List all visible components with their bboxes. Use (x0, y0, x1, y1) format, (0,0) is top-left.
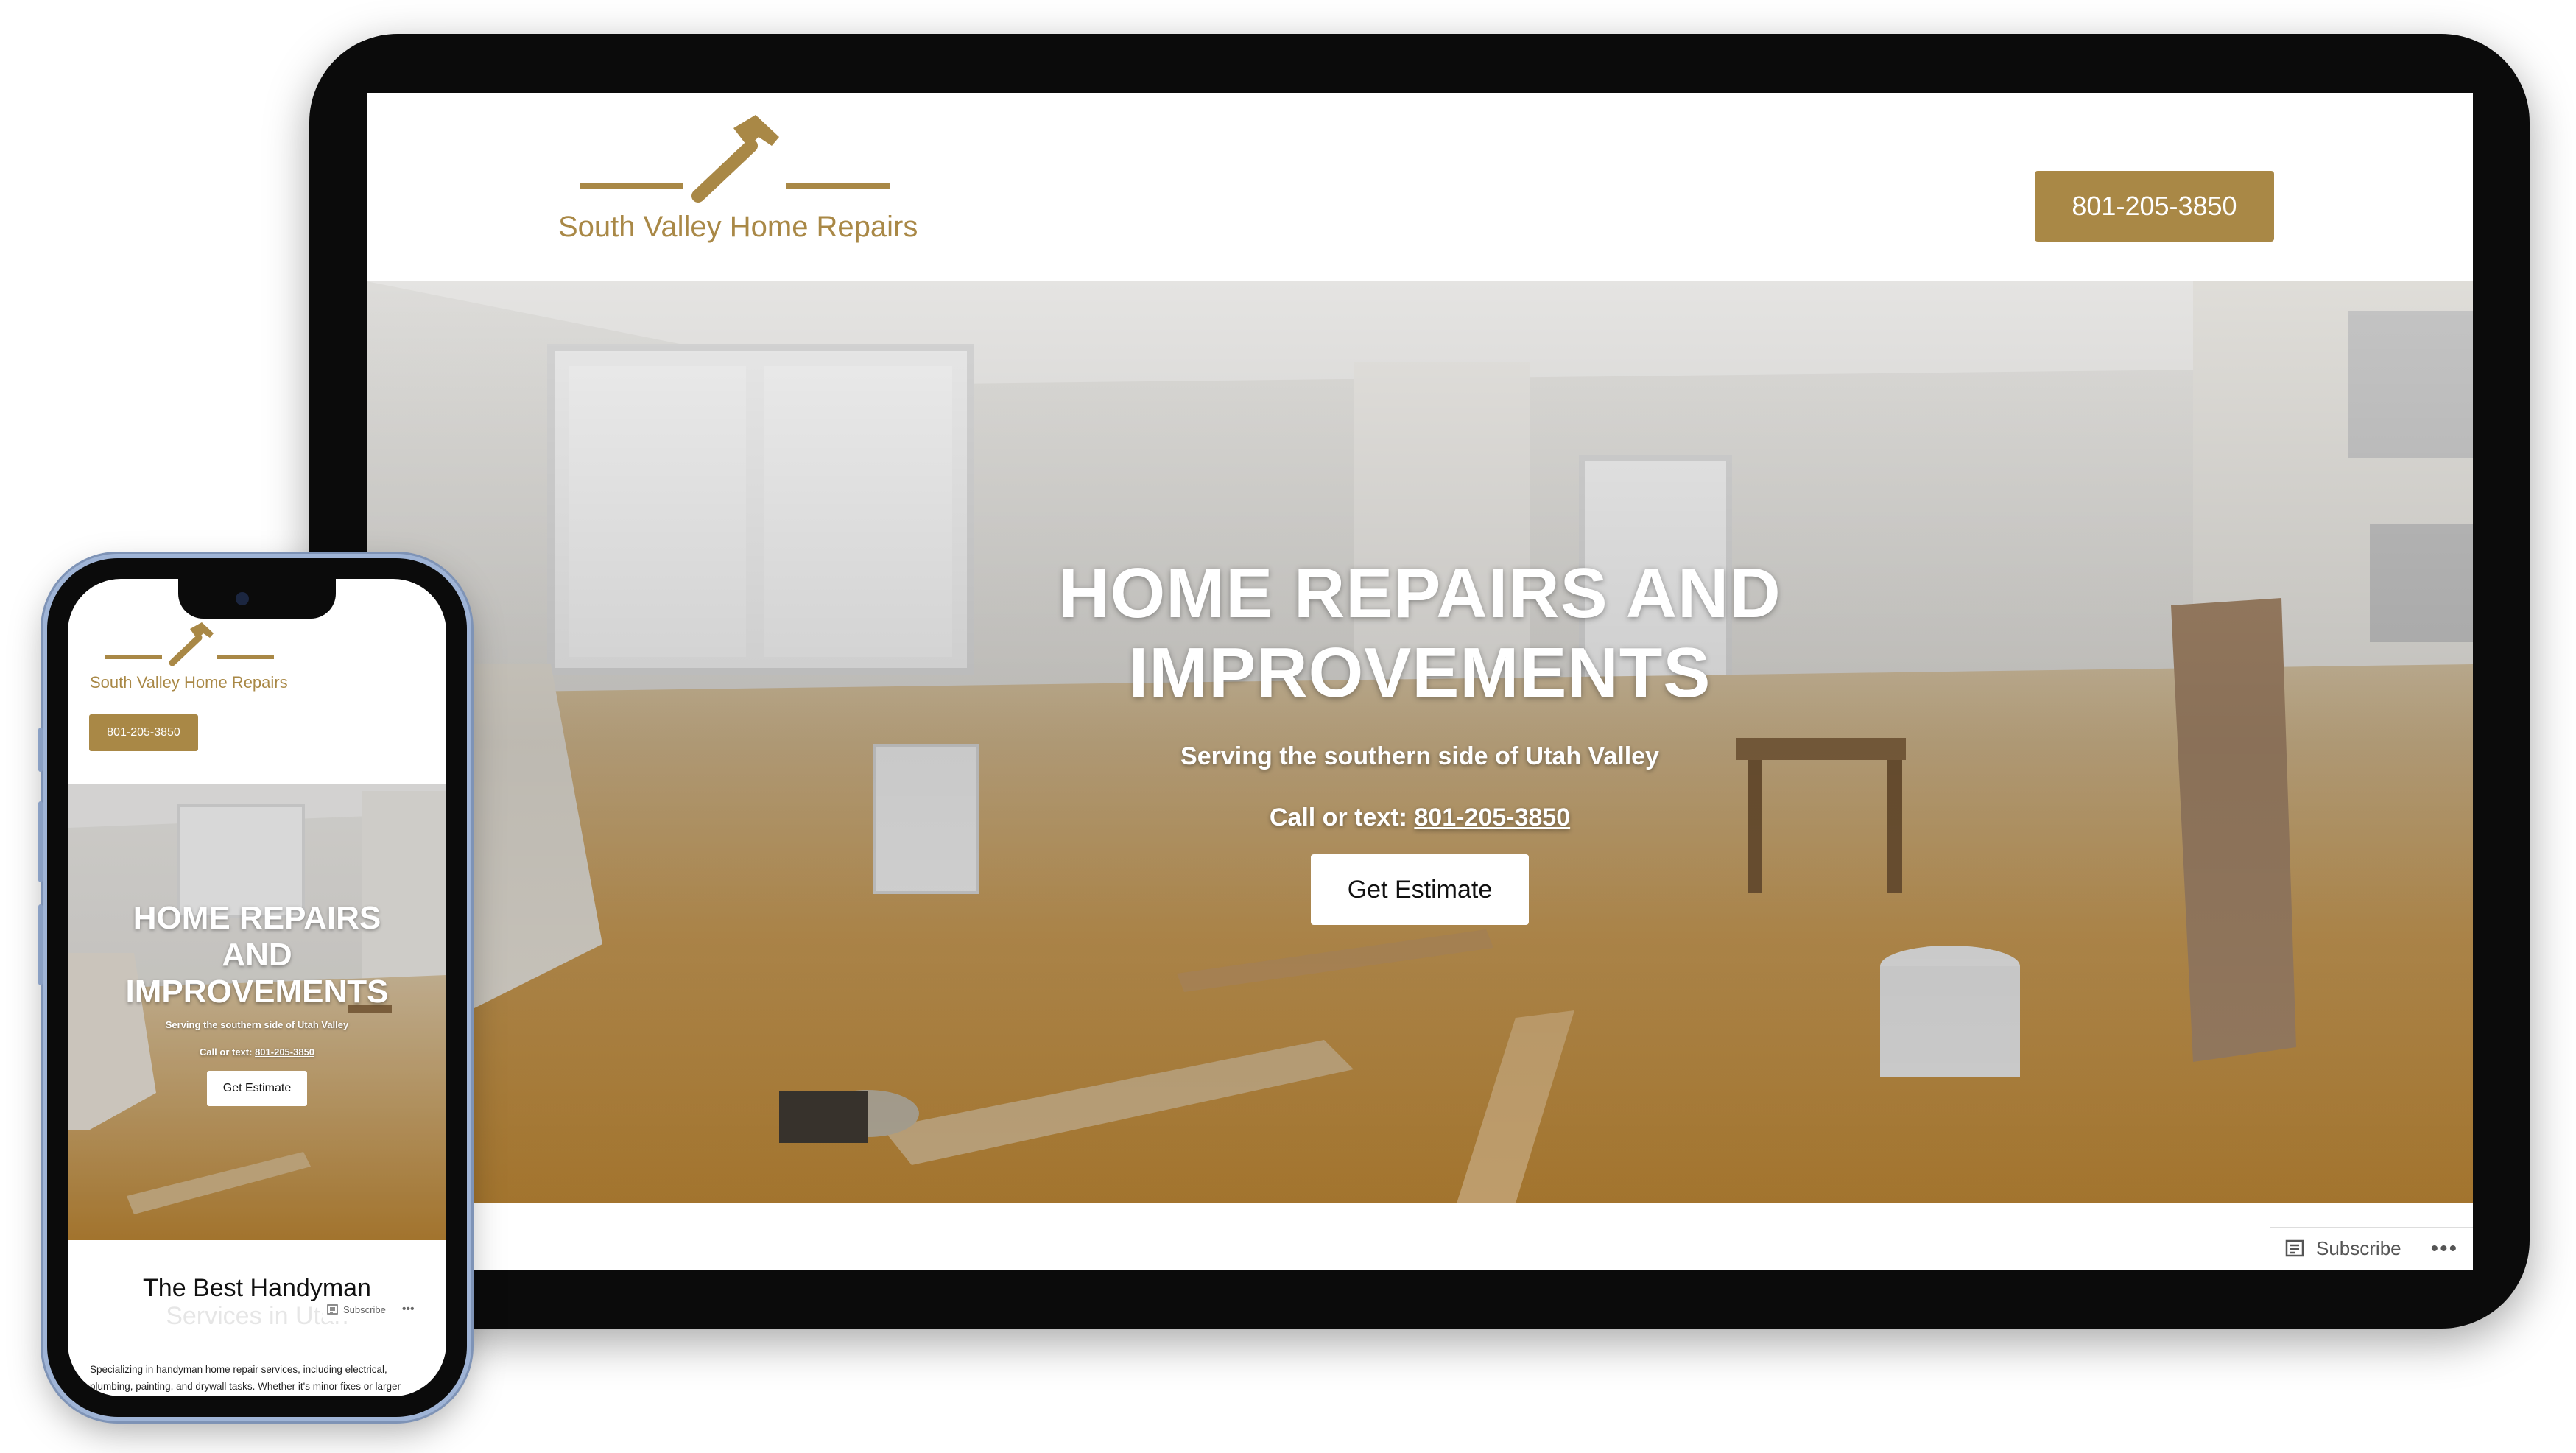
hero-section: HOME REPAIRS AND IMPROVEMENTS Serving th… (367, 281, 2473, 1203)
hero-content-mobile: HOME REPAIRS AND IMPROVEMENTS Serving th… (68, 784, 446, 1240)
reader-icon (2285, 1239, 2304, 1256)
hammer-logo-icon (105, 622, 274, 666)
page-content-strip (367, 1203, 2473, 1270)
hero-heading: HOME REPAIRS AND IMPROVEMENTS (125, 900, 389, 1010)
hero-subheading: Serving the southern side of Utah Valley (165, 1019, 349, 1030)
site-header: South Valley Home Repairs 801-205-3850 (367, 93, 2473, 281)
front-camera (236, 592, 249, 605)
hero-subheading: Serving the southern side of Utah Valley (1180, 742, 1659, 770)
hero-call-line: Call or text: 801-205-3850 (1270, 803, 1570, 832)
phone-volume-up-button (38, 801, 43, 882)
hero-call-line: Call or text: 801-205-3850 (200, 1046, 314, 1058)
site-logo-text: South Valley Home Repairs (90, 673, 288, 692)
reader-icon (327, 1304, 338, 1315)
hammer-logo-icon (580, 115, 890, 203)
more-options-icon[interactable]: ••• (402, 1303, 415, 1316)
hero-call-label: Call or text: (199, 1046, 253, 1058)
hero-content: HOME REPAIRS AND IMPROVEMENTS Serving th… (367, 281, 2473, 1203)
tablet-device-frame: South Valley Home Repairs 801-205-3850 H… (309, 34, 2530, 1329)
hero-call-label: Call or text: (1269, 803, 1407, 831)
subscribe-button[interactable]: Subscribe (343, 1304, 386, 1315)
hero-call-link[interactable]: 801-205-3850 (255, 1046, 314, 1058)
more-options-icon[interactable]: ••• (2431, 1236, 2459, 1262)
site-logo[interactable]: South Valley Home Repairs (558, 108, 926, 270)
get-estimate-button[interactable]: Get Estimate (207, 1071, 307, 1106)
phone-call-button[interactable]: 801-205-3850 (89, 714, 198, 751)
hero-heading: HOME REPAIRS AND IMPROVEMENTS (1058, 554, 1781, 712)
phone-device-frame: South Valley Home Repairs 801-205-3850 H… (38, 558, 467, 1417)
phone-screen: South Valley Home Repairs 801-205-3850 H… (68, 579, 446, 1396)
tablet-screen: South Valley Home Repairs 801-205-3850 H… (367, 93, 2473, 1270)
hero-call-link[interactable]: 801-205-3850 (1414, 803, 1570, 831)
section-body-text: Specializing in handyman home repair ser… (90, 1364, 401, 1392)
phone-volume-down-button (38, 904, 43, 985)
phone-call-button[interactable]: 801-205-3850 (2035, 171, 2274, 242)
phone-mute-switch (38, 728, 43, 772)
subscribe-bar-mobile: Subscribe ••• (323, 1298, 446, 1321)
get-estimate-button[interactable]: Get Estimate (1311, 854, 1529, 925)
phone-notch (178, 579, 336, 619)
subscribe-button[interactable]: Subscribe (2316, 1237, 2401, 1260)
site-logo-mobile[interactable]: South Valley Home Repairs (90, 620, 311, 701)
site-logo-text: South Valley Home Repairs (558, 211, 918, 243)
hero-section-mobile: HOME REPAIRS AND IMPROVEMENTS Serving th… (68, 784, 446, 1240)
subscribe-bar: Subscribe ••• (2270, 1227, 2473, 1270)
